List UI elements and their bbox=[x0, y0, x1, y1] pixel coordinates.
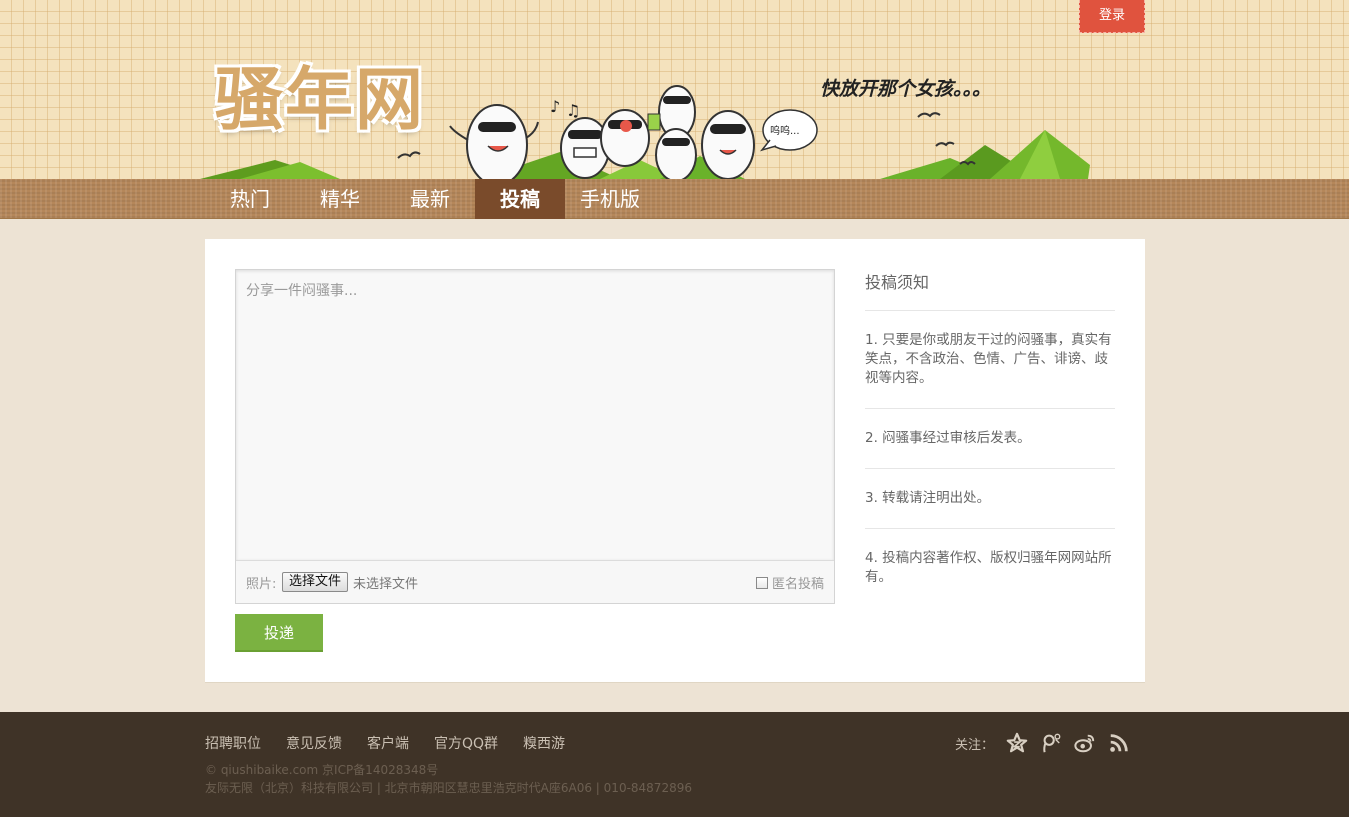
follow-label: 关注： bbox=[955, 737, 995, 753]
anonymous-toggle[interactable]: 匿名投稿 bbox=[755, 573, 824, 592]
footer-link-client[interactable]: 客户端 bbox=[367, 733, 409, 753]
tencent-weibo-icon[interactable] bbox=[1040, 732, 1062, 754]
main-nav: 热门 精华 最新 投稿 手机版 bbox=[0, 179, 1349, 219]
anonymous-label: 匿名投稿 bbox=[771, 577, 824, 592]
header-slogan: 快放开那个女孩。。。 bbox=[820, 78, 992, 100]
speech-bubble-text: 呜呜... bbox=[770, 126, 800, 137]
svg-text:♫: ♫ bbox=[566, 101, 580, 120]
copyright-text: © qiushibaike.com 京ICP备14028348号 bbox=[205, 763, 439, 777]
guideline-item: 1. 只要是你或朋友干过的闷骚事，真实有笑点，不含政治、色情、广告、诽谤、歧视等… bbox=[865, 311, 1115, 409]
site-header: ♪ ♫ 呜呜... 骚年网 快放开那个女孩。。。 登录 bbox=[0, 0, 1349, 179]
guideline-item: 3. 转载请注明出处。 bbox=[865, 469, 1115, 529]
company-info: 友际无限（北京）科技有限公司 | 北京市朝阳区慧忠里浩克时代A座6A06 | 0… bbox=[205, 781, 692, 795]
qzone-star-icon[interactable] bbox=[1006, 732, 1028, 754]
footer-copyright: © qiushibaike.com 京ICP备14028348号 友际无限（北京… bbox=[205, 761, 692, 797]
site-logo[interactable]: 骚年网 bbox=[215, 44, 425, 143]
nav-item-featured[interactable]: 精华 bbox=[295, 179, 385, 219]
nav-item-mobile[interactable]: 手机版 bbox=[565, 179, 655, 219]
nav-item-latest[interactable]: 最新 bbox=[385, 179, 475, 219]
footer-link-feedback[interactable]: 意见反馈 bbox=[286, 733, 342, 753]
guideline-item: 2. 闷骚事经过审核后发表。 bbox=[865, 409, 1115, 469]
nav-item-submit[interactable]: 投稿 bbox=[475, 179, 565, 219]
rss-icon[interactable] bbox=[1108, 732, 1130, 754]
footer-link-jobs[interactable]: 招聘职位 bbox=[205, 733, 261, 753]
editor-toolbar: 照片: 选择文件 未选择文件 匿名投稿 bbox=[236, 561, 834, 603]
guideline-item: 4. 投稿内容著作权、版权归骚年网网站所有。 bbox=[865, 550, 1112, 585]
submission-guidelines: 投稿须知 1. 只要是你或朋友干过的闷骚事，真实有笑点，不含政治、色情、广告、诽… bbox=[865, 269, 1115, 607]
post-content-textarea[interactable] bbox=[236, 270, 834, 561]
login-button[interactable]: 登录 bbox=[1079, 0, 1145, 33]
follow-section: 关注： bbox=[955, 732, 1130, 754]
footer-link-game[interactable]: 糗西游 bbox=[523, 733, 565, 753]
post-editor: 照片: 选择文件 未选择文件 匿名投稿 bbox=[235, 269, 835, 604]
footer-link-qq-group[interactable]: 官方QQ群 bbox=[434, 733, 498, 753]
site-footer: 招聘职位 意见反馈 客户端 官方QQ群 糗西游 © qiushibaike.co… bbox=[0, 712, 1349, 817]
footer-links: 招聘职位 意见反馈 客户端 官方QQ群 糗西游 bbox=[205, 733, 565, 753]
photo-label: 照片: bbox=[246, 577, 277, 592]
submission-panel: 照片: 选择文件 未选择文件 匿名投稿 投递 投稿须知 1. 只要是你或朋友干过… bbox=[205, 239, 1145, 683]
file-status-text: 未选择文件 bbox=[353, 577, 419, 592]
anonymous-checkbox[interactable] bbox=[755, 576, 768, 589]
guidelines-title: 投稿须知 bbox=[865, 269, 1115, 311]
header-illustration: ♪ ♫ bbox=[200, 85, 1090, 179]
choose-file-button[interactable]: 选择文件 bbox=[282, 572, 349, 592]
nav-item-hot[interactable]: 热门 bbox=[205, 179, 295, 219]
svg-text:♪: ♪ bbox=[550, 97, 560, 116]
sina-weibo-icon[interactable] bbox=[1074, 732, 1096, 754]
submit-post-button[interactable]: 投递 bbox=[235, 614, 323, 652]
